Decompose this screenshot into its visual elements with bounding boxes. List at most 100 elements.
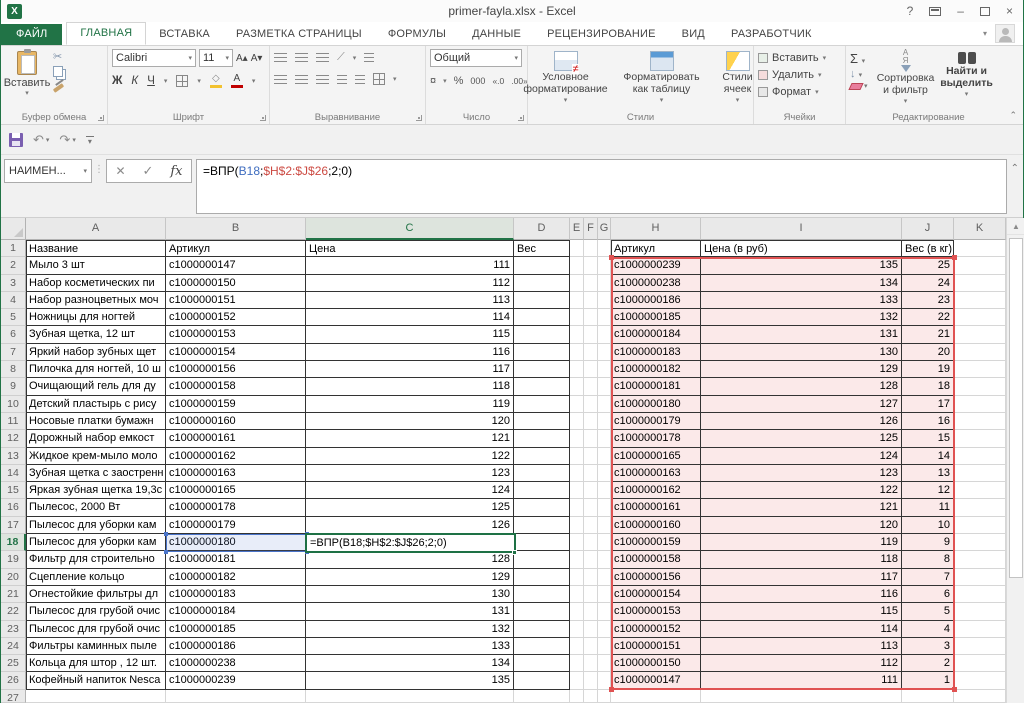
cell-C1[interactable]: Цена — [306, 240, 514, 258]
cell-C4[interactable]: 113 — [306, 291, 514, 310]
cell-D22[interactable] — [514, 603, 570, 621]
cell-F10[interactable] — [584, 395, 598, 413]
cell-E1[interactable] — [570, 240, 584, 258]
row-header-24[interactable]: 24 — [1, 637, 26, 656]
scrollbar-thumb[interactable] — [1009, 238, 1023, 578]
cell-B14[interactable]: c1000000163 — [166, 464, 306, 483]
row-header-3[interactable]: 3 — [1, 274, 26, 292]
cell-F3[interactable] — [584, 274, 598, 292]
insert-cells-button[interactable]: Вставить ▾ — [758, 49, 843, 66]
cell-H8[interactable]: c1000000182 — [611, 361, 701, 379]
formula-input[interactable]: =ВПР(B18;$H$2:$J$26;2;0) — [196, 159, 1007, 214]
row-header-19[interactable]: 19 — [1, 551, 26, 569]
cell-F26[interactable] — [584, 672, 598, 690]
cell-F24[interactable] — [584, 637, 598, 656]
scroll-up-icon[interactable]: ▲ — [1007, 218, 1024, 235]
cell-D7[interactable] — [514, 343, 570, 362]
cell-C10[interactable]: 119 — [306, 395, 514, 413]
orientation-icon[interactable]: ⟋ — [337, 51, 345, 64]
cell-E8[interactable] — [570, 361, 584, 379]
italic-button[interactable]: К — [131, 75, 138, 87]
cell-H5[interactable]: c1000000185 — [611, 309, 701, 327]
sort-filter-button[interactable]: АЯ Сортировка и фильтр ▾ — [874, 49, 938, 108]
cell-C7[interactable]: 116 — [306, 343, 514, 362]
cell-K10[interactable] — [954, 395, 1006, 413]
cell-A13[interactable]: Жидкое крем-мыло моло — [26, 447, 166, 465]
align-right-icon[interactable] — [316, 74, 329, 84]
dialog-launcher-icon[interactable] — [416, 115, 422, 121]
cell-E7[interactable] — [570, 343, 584, 362]
cell-G2[interactable] — [598, 257, 611, 275]
cell-E2[interactable] — [570, 257, 584, 275]
cell-K26[interactable] — [954, 672, 1006, 690]
column-header-H[interactable]: H — [611, 218, 701, 240]
cell-F5[interactable] — [584, 309, 598, 327]
cell-B21[interactable]: c1000000183 — [166, 585, 306, 604]
align-center-icon[interactable] — [295, 74, 308, 84]
select-all-corner[interactable] — [1, 218, 26, 240]
cell-C19[interactable]: 128 — [306, 551, 514, 569]
tab-file[interactable]: ФАЙЛ — [1, 24, 63, 45]
cell-D15[interactable] — [514, 482, 570, 500]
cell-H20[interactable]: c1000000156 — [611, 568, 701, 586]
row-header-25[interactable]: 25 — [1, 655, 26, 673]
cell-D4[interactable] — [514, 291, 570, 310]
cell-E21[interactable] — [570, 585, 584, 604]
cell-B4[interactable]: c1000000151 — [166, 291, 306, 310]
row-header-8[interactable]: 8 — [1, 361, 26, 379]
chevron-down-icon[interactable]: ▾ — [353, 54, 357, 62]
cell-H26[interactable]: c1000000147 — [611, 672, 701, 690]
cell-B15[interactable]: c1000000165 — [166, 482, 306, 500]
row-header-1[interactable]: 1 — [1, 240, 26, 258]
cell-I26[interactable]: 111 — [701, 672, 902, 690]
row-header-22[interactable]: 22 — [1, 603, 26, 621]
cell-H4[interactable]: c1000000186 — [611, 291, 701, 310]
cell-D26[interactable] — [514, 672, 570, 690]
format-as-table-button[interactable]: Форматировать как таблицу ▾ — [619, 51, 705, 107]
cell-D18[interactable] — [514, 534, 570, 552]
cell-J16[interactable]: 11 — [902, 499, 954, 517]
cell-C20[interactable]: 129 — [306, 568, 514, 586]
cell-D27[interactable] — [514, 689, 570, 703]
cell-I3[interactable]: 134 — [701, 274, 902, 292]
cell-G25[interactable] — [598, 655, 611, 673]
cell-C16[interactable]: 125 — [306, 499, 514, 517]
cancel-icon[interactable]: ✕ — [115, 164, 125, 178]
cell-D11[interactable] — [514, 412, 570, 431]
fill-handle[interactable] — [512, 550, 517, 555]
cell-E16[interactable] — [570, 499, 584, 517]
cell-D3[interactable] — [514, 274, 570, 292]
cell-J13[interactable]: 14 — [902, 447, 954, 465]
cell-B25[interactable]: c1000000238 — [166, 655, 306, 673]
cell-D23[interactable] — [514, 620, 570, 638]
cell-H15[interactable]: c1000000162 — [611, 482, 701, 500]
row-header-17[interactable]: 17 — [1, 516, 26, 535]
cell-D5[interactable] — [514, 309, 570, 327]
close-icon[interactable]: × — [1006, 5, 1013, 17]
row-header-11[interactable]: 11 — [1, 412, 26, 431]
cell-D2[interactable] — [514, 257, 570, 275]
cell-B17[interactable]: c1000000179 — [166, 516, 306, 535]
column-header-B[interactable]: B — [166, 218, 306, 240]
cell-G10[interactable] — [598, 395, 611, 413]
cell-D19[interactable] — [514, 551, 570, 569]
find-select-button[interactable]: Найти и выделить ▾ — [938, 49, 996, 108]
cell-A22[interactable]: Пылесос для грубой очис — [26, 603, 166, 621]
cell-G19[interactable] — [598, 551, 611, 569]
cell-C5[interactable]: 114 — [306, 309, 514, 327]
cell-A19[interactable]: Фильтр для строительно — [26, 551, 166, 569]
cell-J25[interactable]: 2 — [902, 655, 954, 673]
column-header-F[interactable]: F — [584, 218, 598, 240]
borders-button[interactable] — [176, 75, 189, 87]
cell-I15[interactable]: 122 — [701, 482, 902, 500]
copy-icon[interactable] — [53, 66, 63, 77]
fill-button[interactable]: ↓ ▾ — [850, 68, 868, 80]
cell-A9[interactable]: Очищающий гель для ду — [26, 378, 166, 396]
cell-B19[interactable]: c1000000181 — [166, 551, 306, 569]
name-box[interactable]: НАИМЕН... ▾ — [4, 159, 92, 183]
cell-I25[interactable]: 112 — [701, 655, 902, 673]
cell-E26[interactable] — [570, 672, 584, 690]
row-header-23[interactable]: 23 — [1, 620, 26, 638]
cell-J3[interactable]: 24 — [902, 274, 954, 292]
cell-I17[interactable]: 120 — [701, 516, 902, 535]
